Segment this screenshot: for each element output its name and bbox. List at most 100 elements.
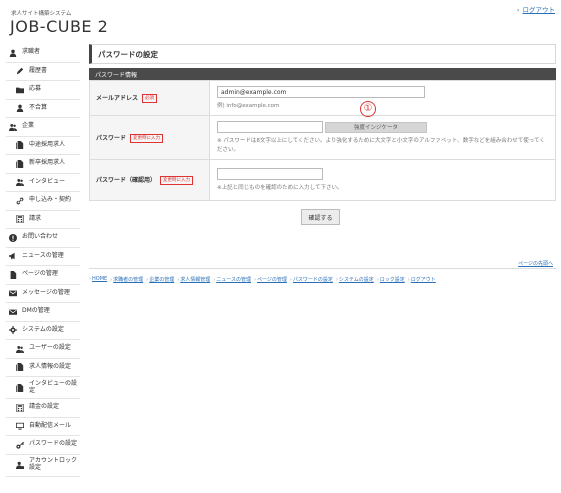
chevron-right-icon: › (516, 6, 520, 14)
password-row: パスワード 変更時に入力 強度インジケータ ※ パスワードは8文字以上にしてくださ… (89, 115, 556, 160)
chevron-right-icon: › (213, 277, 216, 283)
sidebar-item[interactable]: ユーザーの設定 (6, 340, 80, 359)
main-content: パスワードの設定 パスワード情報 メールアドレス必須 例) info@examp… (89, 44, 556, 201)
sidebar-item[interactable]: 新卒採用求人 (6, 155, 80, 174)
sidebar-item[interactable]: インタビューの設定 (6, 377, 80, 399)
annotation-marker: ① (360, 101, 376, 117)
page-top-link[interactable]: ページの先頭へ (518, 260, 553, 267)
breadcrumb-item: ›パスワードの設定 (290, 276, 333, 283)
sidebar-item-label: 応募 (29, 85, 42, 93)
document-icon (15, 363, 24, 372)
breadcrumb-link[interactable]: 求職者の管理 (113, 277, 143, 283)
sidebar-item-label: 自動配信メール (29, 421, 72, 429)
pencil-icon (15, 67, 24, 76)
sidebar-item[interactable]: アカウントロック設定 (6, 455, 80, 477)
breadcrumb-link[interactable]: システムの設定 (339, 277, 374, 283)
password-form-table: メールアドレス必須 例) info@example.com パスワード変更時に入… (89, 79, 556, 201)
sidebar-item-label: 請金の設定 (29, 403, 60, 411)
password-input[interactable] (217, 121, 323, 134)
users-icon (8, 122, 17, 131)
sidebar-item[interactable]: メッセージの管理 (6, 285, 80, 303)
chevron-right-icon: › (407, 277, 410, 283)
sidebar-item-label: 申し込み・契約 (29, 196, 72, 204)
password-hint: ※ パスワードは8文字以上にしてください。より強化するために大文字と小文字のアル… (217, 138, 545, 153)
confirm-label-cell: パスワード（確認用） 変更時に入力 (89, 158, 210, 201)
sidebar-item[interactable]: 応募 (6, 81, 80, 100)
link-icon (15, 196, 24, 205)
sidebar-item-label: インタビューの設定 (29, 379, 78, 394)
sidebar-item[interactable]: パスワードの設定 (6, 436, 80, 455)
password-confirm-input[interactable] (217, 167, 323, 180)
page-icon (8, 270, 17, 279)
logout-link[interactable]: ログアウト (523, 6, 556, 14)
logout-link-top[interactable]: › ログアウト (517, 4, 555, 14)
sidebar-item[interactable]: 企業 (6, 118, 80, 137)
mail-icon (8, 307, 17, 316)
confirm-row: パスワード（確認用） 変更時に入力 ※上記と同じものを確認のために入力して下さい。 (89, 158, 556, 201)
calculator-icon (15, 403, 24, 412)
breadcrumb-link[interactable]: 企業の管理 (149, 277, 174, 283)
chevron-right-icon: › (289, 277, 292, 283)
sidebar-item-label: ニュースの管理 (22, 251, 64, 259)
sidebar-item[interactable]: インタビュー (6, 174, 80, 192)
sidebar-item[interactable]: DMの管理 (6, 303, 80, 322)
sidebar-item-label: 不合算 (29, 103, 48, 111)
chevron-right-icon: › (110, 277, 113, 283)
sidebar-item-label: ページの管理 (22, 270, 58, 278)
folder-icon (15, 85, 24, 94)
required-badge: 必須 (142, 94, 158, 104)
sidebar-item[interactable]: 請金の設定 (6, 399, 80, 418)
chevron-right-icon: › (335, 277, 338, 283)
sidebar-item-label: パスワードの設定 (29, 440, 78, 448)
confirm-field-cell: ※上記と同じものを確認のために入力して下さい。 (209, 158, 556, 201)
breadcrumb-link[interactable]: パスワードの設定 (293, 277, 333, 283)
confirm-hint: ※上記と同じものを確認のために入力して下さい。 (217, 184, 343, 191)
sidebar-item[interactable]: システムの設定 (6, 322, 80, 340)
chevron-right-icon: › (146, 277, 149, 283)
sidebar-item[interactable]: ニュースの管理 (6, 248, 80, 266)
breadcrumb-link[interactable]: HOME (92, 276, 107, 282)
footer-divider (89, 268, 556, 269)
sidebar-item[interactable]: 求職者 (6, 44, 80, 63)
chevron-right-icon: › (177, 277, 180, 283)
sidebar: 求職者 履歴書応募不合算企業 中途採用求人 新卒採用求人 インタビュー申し込み・契約 請求… (6, 44, 80, 477)
app-subtitle: 求人サイト構築システム (11, 11, 72, 17)
sidebar-item[interactable]: 請求 (6, 211, 80, 229)
gear-icon (8, 326, 17, 335)
breadcrumb-item: ›システムの設定 (336, 276, 374, 283)
sidebar-item[interactable]: 自動配信メール (6, 418, 80, 436)
users-icon (15, 178, 24, 187)
sidebar-item[interactable]: お問い合わせ (6, 229, 80, 248)
breadcrumb-link[interactable]: ニュースの管理 (216, 277, 251, 283)
breadcrumb-item: ›企業の管理 (146, 276, 174, 283)
sidebar-item-label: ユーザーの設定 (29, 344, 71, 352)
strength-indicator: 強度インジケータ (325, 121, 427, 133)
sidebar-item-label: 請求 (29, 214, 42, 222)
document-icon (15, 141, 24, 150)
sidebar-item[interactable]: 不合算 (6, 100, 80, 118)
confirm-label: パスワード（確認用） (96, 176, 157, 184)
document-icon (15, 159, 24, 168)
confirm-button[interactable]: 確認する (301, 209, 340, 225)
user-icon (15, 104, 24, 113)
breadcrumb-item: ›HOME (89, 276, 107, 283)
sidebar-item[interactable]: 申し込み・契約 (6, 192, 80, 211)
breadcrumb-link[interactable]: ロック設定 (380, 277, 405, 283)
email-input[interactable] (217, 86, 425, 98)
password-label-cell: パスワード 変更時に入力 (89, 115, 210, 160)
inbox-icon (8, 289, 17, 298)
section-header: パスワード情報 (89, 68, 556, 80)
sidebar-item-label: システムの設定 (22, 325, 64, 333)
breadcrumb-link[interactable]: ページの管理 (257, 277, 287, 283)
sidebar-item[interactable]: 求人情報の設定 (6, 359, 80, 377)
breadcrumb-link[interactable]: ログアウト (411, 277, 436, 283)
breadcrumb-item: ›ログアウト (408, 276, 436, 283)
sidebar-item[interactable]: 中途採用求人 (6, 137, 80, 155)
users-icon (15, 344, 24, 353)
key-icon (15, 440, 24, 449)
user-lock-icon (15, 461, 24, 470)
breadcrumb-item: ›ロック設定 (377, 276, 405, 283)
sidebar-item[interactable]: ページの管理 (6, 266, 80, 285)
breadcrumb-link[interactable]: 求人情報管理 (180, 277, 210, 283)
sidebar-item[interactable]: 履歴書 (6, 63, 80, 81)
